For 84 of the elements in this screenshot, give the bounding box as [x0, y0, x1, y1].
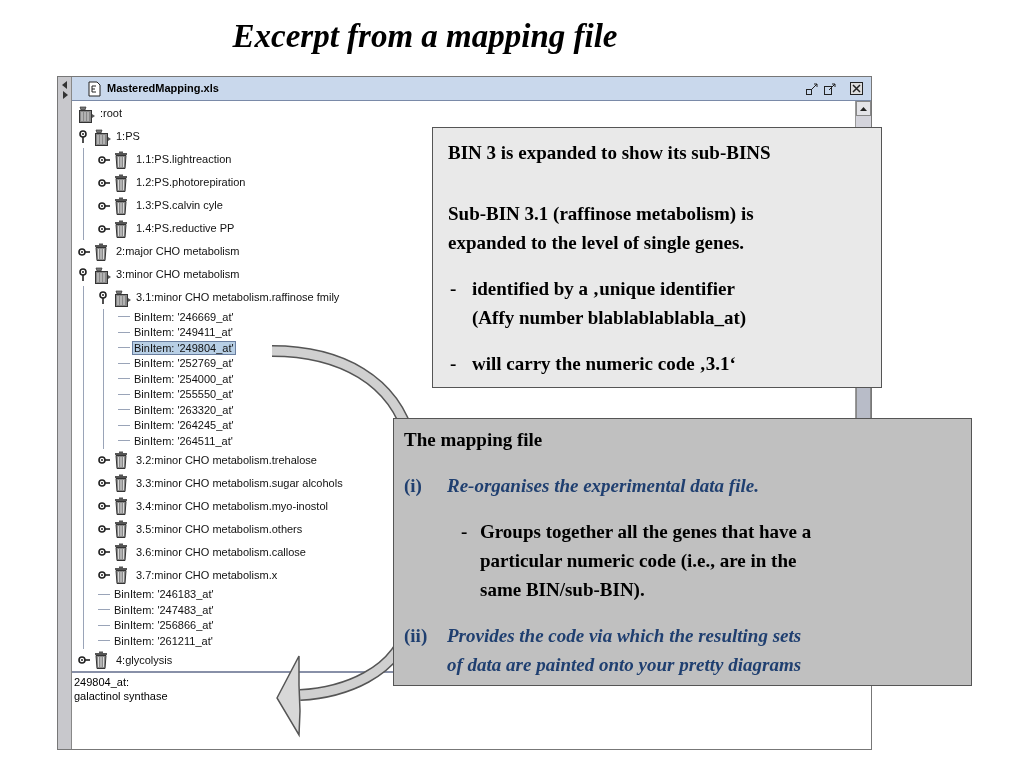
tree-node-label[interactable]: 3.1:minor CHO metabolism.raffinose fmily: [136, 289, 340, 306]
tree-node-label[interactable]: 1.3:PS.calvin cyle: [136, 197, 223, 214]
document-icon: [88, 80, 101, 97]
callout-text: Provides the code via which the resulting sets of data are painted onto your pretty diagrams: [447, 624, 802, 677]
open-bin-icon: [114, 288, 132, 307]
collapsed-toggle-icon[interactable]: [98, 154, 111, 165]
collapsed-toggle-icon[interactable]: [98, 524, 111, 534]
collapse-arrow-icon[interactable]: [61, 81, 68, 89]
bullet-marker: -: [450, 352, 458, 376]
collapsed-toggle-icon[interactable]: [98, 223, 111, 234]
tree-item[interactable]: BinItem: '247483_at': [112, 602, 216, 617]
tree-item[interactable]: BinItem: '264245_at': [132, 418, 236, 433]
tree-node-label[interactable]: 3.5:minor CHO metabolism.others: [136, 520, 303, 538]
trash-can-icon: [114, 196, 128, 215]
trash-can-icon: [114, 451, 128, 469]
open-bin-icon: [94, 265, 112, 284]
trash-can-icon: [114, 219, 128, 238]
tree-node-label[interactable]: 3.4:minor CHO metabolism.myo-inostol: [136, 497, 328, 515]
callout-text: Re-organises the experimental data file.: [447, 474, 759, 498]
close-icon[interactable]: [850, 82, 863, 95]
collapsed-toggle-icon[interactable]: [78, 246, 91, 257]
expanded-toggle-icon[interactable]: [98, 290, 110, 305]
trash-can-icon: [114, 173, 128, 192]
collapsed-toggle-icon[interactable]: [98, 177, 111, 188]
expanded-toggle-icon[interactable]: [78, 129, 90, 144]
callout-heading: BIN 3 is expanded to show its sub-BINS: [448, 142, 771, 163]
tree-item[interactable]: BinItem: '252769_at': [132, 356, 236, 371]
tree-item[interactable]: BinItem: '246669_at': [132, 309, 236, 324]
tree-node-label[interactable]: 3.2:minor CHO metabolism.trehalose: [136, 451, 317, 469]
tree-node-label[interactable]: 2:major CHO metabolism: [116, 243, 240, 260]
tree-item[interactable]: BinItem: '246183_at': [112, 587, 216, 602]
tree-item[interactable]: BinItem: '254000_at': [132, 371, 236, 386]
trash-can-icon: [114, 497, 128, 515]
tree-node-label[interactable]: 3.6:minor CHO metabolism.callose: [136, 543, 306, 561]
collapsed-toggle-icon[interactable]: [78, 655, 91, 665]
collapsed-toggle-icon[interactable]: [98, 455, 111, 465]
detail-text: 249804_at:: [74, 675, 130, 689]
tree-node-label[interactable]: 1.4:PS.reductive PP: [136, 220, 235, 237]
tree-node-label[interactable]: 3.7:minor CHO metabolism.x: [136, 566, 278, 584]
tree-item[interactable]: BinItem: '264511_at': [132, 433, 235, 448]
tree-item[interactable]: BinItem: '249804_at': [132, 340, 236, 355]
scroll-up-button[interactable]: [856, 101, 871, 116]
tree-node-label[interactable]: 1.2:PS.photorepiration: [136, 174, 246, 191]
collapsed-toggle-icon[interactable]: [98, 478, 111, 488]
tree-item[interactable]: BinItem: '261211_at': [112, 633, 215, 648]
trash-can-icon: [94, 242, 108, 261]
callout-text: Sub-BIN 3.1 (raffinose metabolism) is expanded to the level of single genes.: [448, 202, 754, 255]
tree-item[interactable]: BinItem: '263320_at': [132, 402, 236, 417]
tree-node-label[interactable]: 3:minor CHO metabolism: [116, 266, 240, 283]
up-arrow-icon: [860, 106, 867, 111]
collapsed-toggle-icon[interactable]: [98, 570, 111, 580]
trash-can-icon: [114, 474, 128, 492]
trash-can-icon: [114, 520, 128, 538]
open-bin-icon: [94, 127, 112, 146]
collapsed-toggle-icon[interactable]: [98, 547, 111, 557]
trash-can-icon: [114, 566, 128, 584]
tree-node-label[interactable]: 1:PS: [116, 128, 140, 145]
slide-title: Excerpt from a mapping file: [232, 17, 618, 56]
trash-can-icon: [114, 543, 128, 561]
callout-text: Groups together all the genes that have a particular numeric code (i.e., are in the same BIN/sub-BIN).: [480, 520, 812, 602]
callout-heading: The mapping file: [404, 429, 543, 450]
restore-icon[interactable]: [806, 82, 818, 95]
trash-can-icon: [94, 651, 108, 669]
tree-item[interactable]: BinItem: '256866_at': [112, 618, 216, 633]
collapsed-toggle-icon[interactable]: [98, 501, 111, 511]
tree-item[interactable]: BinItem: '255550_at': [132, 387, 236, 402]
expand-arrow-icon[interactable]: [61, 91, 68, 99]
collapsed-toggle-icon[interactable]: [98, 200, 111, 211]
callout-text: will carry the numeric code ‚3.1‘: [472, 352, 736, 376]
trash-can-icon: [114, 150, 128, 169]
restore-icon[interactable]: [824, 82, 836, 95]
item-number: (i): [404, 474, 423, 498]
bullet-marker: -: [450, 277, 458, 301]
tree-item[interactable]: BinItem: '249411_at': [132, 325, 235, 340]
detail-text: galactinol synthase: [74, 689, 168, 703]
tree-node-label[interactable]: :root: [100, 105, 122, 122]
window-title: MasteredMapping.xls: [107, 81, 219, 97]
item-number: (ii): [404, 624, 429, 648]
bullet-marker: -: [461, 520, 469, 544]
tree-node-label[interactable]: 4:glycolysis: [116, 651, 173, 669]
tree-node-label[interactable]: 1.1:PS.lightreaction: [136, 151, 232, 168]
expanded-toggle-icon[interactable]: [78, 267, 90, 282]
callout-text: identified by a ‚unique identifier (Affy number blablablablabla_at): [472, 277, 747, 330]
tree-node-label[interactable]: 3.3:minor CHO metabolism.sugar alcohols: [136, 474, 343, 492]
